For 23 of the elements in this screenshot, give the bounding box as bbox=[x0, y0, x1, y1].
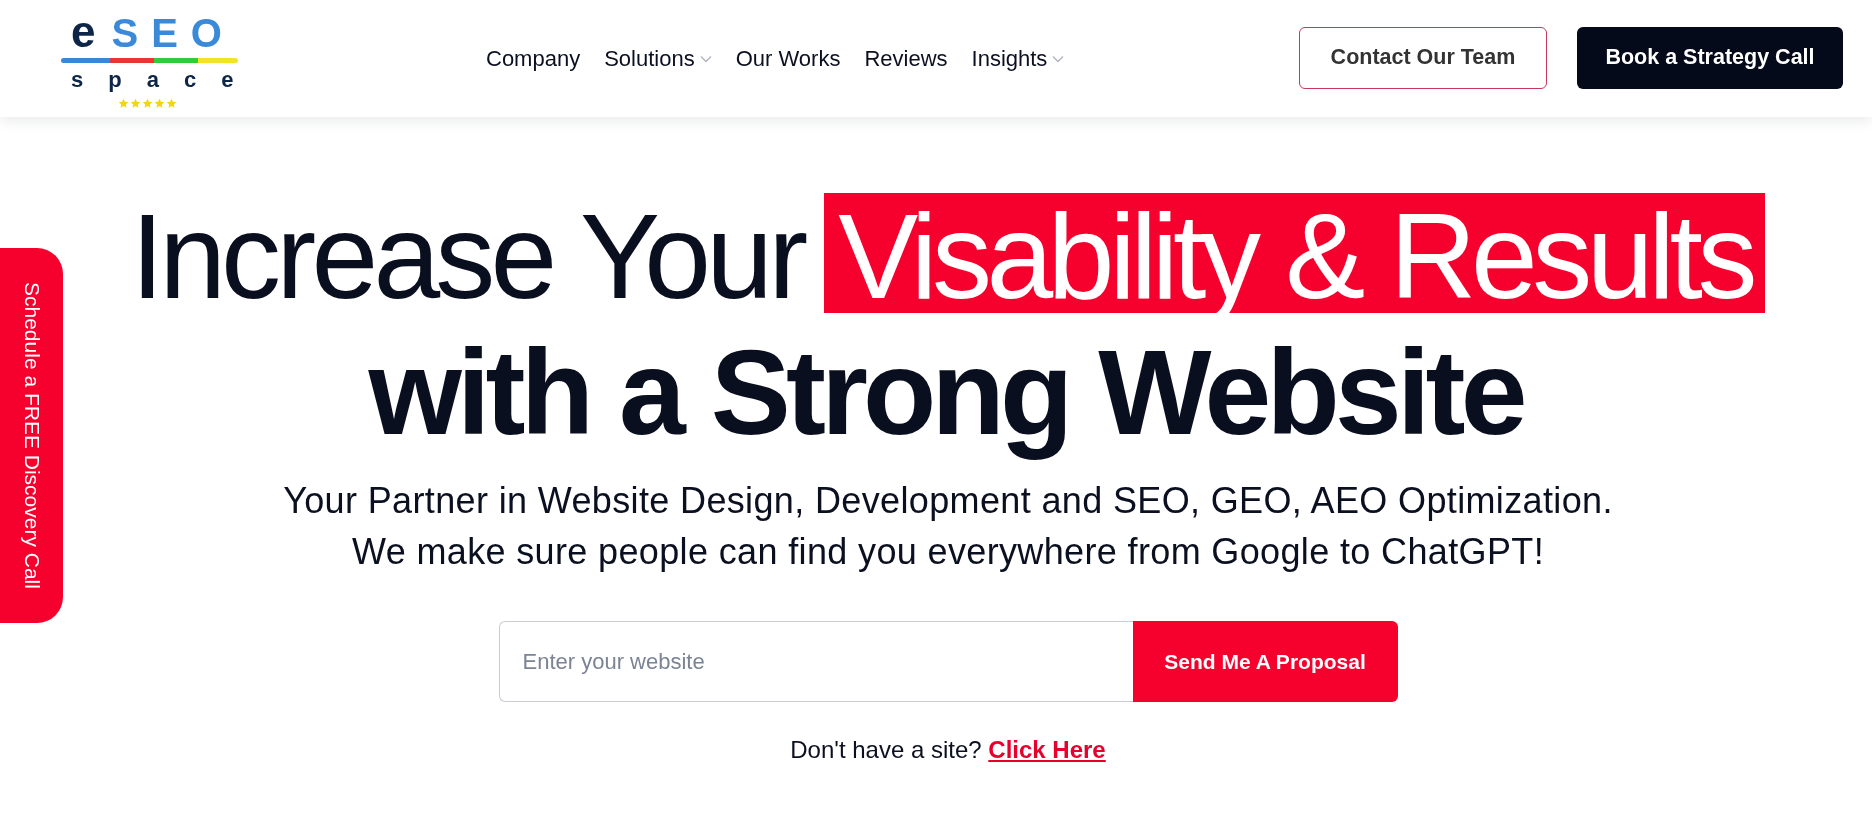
star-icon bbox=[117, 98, 129, 109]
star-icon bbox=[165, 98, 177, 109]
star-icon bbox=[141, 98, 153, 109]
logo-tagline: space bbox=[70, 69, 259, 91]
send-proposal-button[interactable]: Send Me A Proposal bbox=[1132, 621, 1398, 702]
nav-link[interactable]: Insights bbox=[971, 44, 1065, 73]
star-icon bbox=[153, 98, 165, 109]
nav-link[interactable]: Reviews bbox=[864, 44, 948, 73]
nav-link[interactable]: Our Works bbox=[735, 44, 841, 73]
book-call-button[interactable]: Book a Strategy Call bbox=[1577, 26, 1843, 89]
headline-text: Increase Your bbox=[130, 189, 809, 323]
hero-subtitle: Your Partner in Website Design, Development and SEO, GEO, AEO Optimization. We make sure people can find you everywhere from Google to ChatGPT! bbox=[283, 479, 1613, 574]
nav-link[interactable]: Solutions bbox=[604, 44, 712, 73]
logo-letter: e bbox=[71, 12, 96, 52]
nav-link[interactable]: Company bbox=[486, 44, 581, 73]
contact-team-button[interactable]: Contact Our Team bbox=[1299, 26, 1547, 89]
website-input[interactable]: Enter your website bbox=[498, 621, 1133, 702]
click-here-link[interactable]: Click Here bbox=[988, 736, 1106, 763]
star-icon bbox=[129, 98, 141, 109]
logo-wordmark: SEO bbox=[111, 13, 235, 53]
signup-prompt: Don't have a site? Click Here bbox=[790, 735, 1106, 765]
discovery-call-tab[interactable]: Schedule a FREE Discovery Call bbox=[0, 248, 63, 623]
headline-text: with a Strong Website bbox=[368, 325, 1528, 459]
